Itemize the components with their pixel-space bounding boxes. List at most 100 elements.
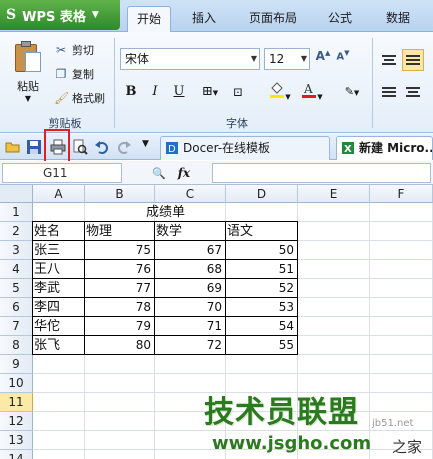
font-size-combo[interactable]: 12 ▼	[264, 48, 310, 70]
row-header-2[interactable]: 2	[0, 222, 33, 241]
borders-button[interactable]: ⊞▼	[196, 81, 224, 103]
font-name-combo[interactable]: 宋体 ▼	[120, 48, 260, 70]
column-header-b[interactable]: B	[85, 185, 155, 203]
column-header-f[interactable]: F	[370, 185, 433, 203]
row-header-9[interactable]: 9	[0, 355, 33, 374]
column-header-c[interactable]: C	[155, 185, 226, 203]
cell-a3[interactable]: 张三	[33, 241, 85, 260]
cell-d8[interactable]: 55	[226, 336, 298, 355]
cell-d3[interactable]: 50	[226, 241, 298, 260]
fx-button[interactable]: fx	[178, 166, 190, 180]
row-header-10[interactable]: 10	[0, 374, 33, 393]
align-middle-button[interactable]	[402, 49, 424, 71]
row-header-4[interactable]: 4	[0, 260, 33, 279]
chevron-down-icon[interactable]: ▼	[251, 49, 257, 69]
format-painter-button[interactable]: 🖌 格式刷	[54, 88, 105, 108]
cell-c5[interactable]: 69	[155, 279, 226, 298]
cell-a4[interactable]: 王八	[33, 260, 85, 279]
cell-a5[interactable]: 李武	[33, 279, 85, 298]
row-header-14[interactable]: 14	[0, 450, 33, 459]
doc-tab-label: Docer-在线模板	[183, 141, 271, 155]
tab-formulas[interactable]: 公式	[318, 6, 362, 32]
formula-bar: G11 🔍 fx	[0, 161, 433, 185]
phonetic-guide-button[interactable]: ✎▼	[338, 81, 366, 103]
row-header-1[interactable]: 1	[0, 203, 33, 222]
docer-icon: D	[166, 142, 178, 155]
column-header-d[interactable]: D	[226, 185, 298, 203]
cell-c2[interactable]: 数学	[155, 222, 226, 241]
name-box[interactable]: G11	[2, 163, 122, 183]
cell-b8[interactable]: 80	[85, 336, 155, 355]
row-header-3[interactable]: 3	[0, 241, 33, 260]
cell-c4[interactable]: 68	[155, 260, 226, 279]
cell-border	[32, 240, 298, 241]
cut-button[interactable]: ✂ 剪切	[54, 40, 94, 60]
font-color-button[interactable]: A ▼	[298, 81, 326, 103]
bold-button[interactable]: B	[121, 81, 141, 103]
align-center-button[interactable]	[402, 81, 424, 103]
undo-icon[interactable]	[94, 139, 110, 155]
column-header-e[interactable]: E	[298, 185, 370, 203]
cell-b6[interactable]: 78	[85, 298, 155, 317]
copy-button[interactable]: ❐ 复制	[54, 64, 94, 84]
app-menu-button[interactable]: S WPS 表格 ▼	[0, 0, 120, 30]
tab-page-layout[interactable]: 页面布局	[240, 6, 306, 32]
row-header-5[interactable]: 5	[0, 279, 33, 298]
redo-icon[interactable]	[116, 139, 132, 155]
print-icon[interactable]	[50, 139, 66, 155]
doc-tab-docer[interactable]: D Docer-在线模板	[160, 136, 330, 160]
save-icon[interactable]	[26, 139, 42, 155]
cell-border	[297, 221, 298, 355]
merge-cells-button[interactable]: ⊡	[228, 81, 248, 103]
cell-a1[interactable]: 成绩单	[33, 203, 298, 222]
chevron-down-icon[interactable]: ▼	[301, 49, 307, 69]
row-header-6[interactable]: 6	[0, 298, 33, 317]
cell-c8[interactable]: 72	[155, 336, 226, 355]
paste-dropdown-icon[interactable]: ▼	[8, 94, 48, 103]
doc-tab-new-workbook[interactable]: X 新建 Micro...	[336, 136, 433, 160]
align-top-button[interactable]	[378, 49, 400, 71]
underline-button[interactable]: U	[169, 81, 189, 103]
cell-b5[interactable]: 77	[85, 279, 155, 298]
cell-a2[interactable]: 姓名	[33, 222, 85, 241]
row-header-7[interactable]: 7	[0, 317, 33, 336]
cell-a6[interactable]: 李四	[33, 298, 85, 317]
customize-qat-icon[interactable]: ▼	[142, 139, 149, 149]
cell-d6[interactable]: 53	[226, 298, 298, 317]
copy-label: 复制	[72, 68, 94, 81]
wps-logo-icon: S	[6, 7, 17, 23]
tab-data[interactable]: 数据	[376, 6, 420, 32]
row-header-8[interactable]: 8	[0, 336, 33, 355]
row-header-11[interactable]: 11	[0, 393, 33, 412]
cell-d4[interactable]: 51	[226, 260, 298, 279]
cell-b2[interactable]: 物理	[85, 222, 155, 241]
cell-b7[interactable]: 79	[85, 317, 155, 336]
fill-color-button[interactable]: ▼	[266, 81, 294, 103]
open-folder-icon[interactable]	[5, 139, 21, 155]
cell-d2[interactable]: 语文	[226, 222, 298, 241]
cell-d5[interactable]: 52	[226, 279, 298, 298]
cell-b3[interactable]: 75	[85, 241, 155, 260]
cell-a8[interactable]: 张飞	[33, 336, 85, 355]
cell-d7[interactable]: 54	[226, 317, 298, 336]
formula-input[interactable]	[212, 163, 431, 183]
cell-c7[interactable]: 71	[155, 317, 226, 336]
grow-font-button[interactable]: A▲	[314, 49, 332, 69]
italic-button[interactable]: I	[145, 81, 165, 103]
cell-border	[32, 297, 298, 298]
cell-a7[interactable]: 华佗	[33, 317, 85, 336]
cell-c3[interactable]: 67	[155, 241, 226, 260]
tab-home[interactable]: 开始	[127, 6, 171, 32]
align-left-button[interactable]	[378, 81, 400, 103]
paste-button[interactable]: 粘贴 ▼	[8, 40, 48, 110]
row-header-13[interactable]: 13	[0, 431, 33, 450]
shrink-font-button[interactable]: A▼	[334, 49, 352, 69]
tab-insert[interactable]: 插入	[182, 6, 226, 32]
select-all-corner[interactable]	[0, 185, 33, 203]
print-preview-icon[interactable]	[72, 139, 88, 155]
search-function-icon[interactable]: 🔍	[152, 167, 166, 180]
column-header-a[interactable]: A	[33, 185, 85, 203]
cell-c6[interactable]: 70	[155, 298, 226, 317]
cell-b4[interactable]: 76	[85, 260, 155, 279]
row-header-12[interactable]: 12	[0, 412, 33, 431]
